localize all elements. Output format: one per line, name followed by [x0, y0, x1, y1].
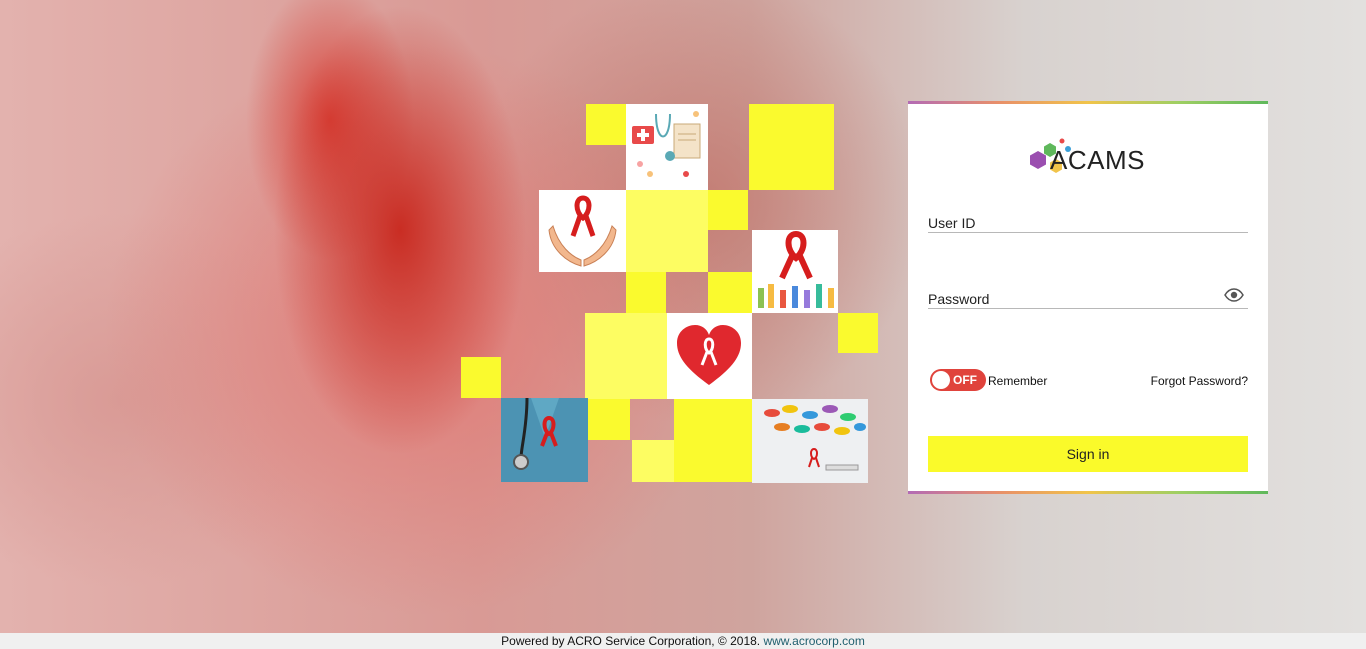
remember-label: Remember: [988, 374, 1048, 388]
yellow-tile: [708, 190, 748, 230]
forgot-password-link[interactable]: Forgot Password?: [1151, 374, 1248, 388]
yellow-tile: [588, 399, 630, 440]
yellow-tile: [632, 440, 674, 482]
yellow-tile: [749, 104, 834, 190]
password-field[interactable]: Password: [928, 278, 1248, 309]
card-top-border: [908, 101, 1268, 104]
logo-text: ACAMS: [1050, 145, 1145, 175]
footer: Powered by ACRO Service Corporation, © 2…: [0, 633, 1366, 649]
yellow-tile: [461, 357, 501, 398]
yellow-tile: [708, 272, 752, 313]
yellow-tile: [838, 313, 878, 353]
heart-ribbon-image: [667, 313, 752, 399]
toggle-knob: [932, 371, 950, 389]
user-id-field[interactable]: User ID: [928, 202, 1248, 233]
footer-link[interactable]: www.acrocorp.com: [763, 634, 864, 648]
eye-icon[interactable]: [1224, 288, 1244, 302]
yellow-tile: [585, 313, 667, 399]
toggle-state-text: OFF: [953, 373, 977, 387]
password-input[interactable]: [928, 282, 1222, 308]
yellow-tile: [586, 104, 626, 145]
yellow-tile: [674, 399, 752, 482]
medical-kit-image: [626, 104, 708, 190]
remember-toggle[interactable]: OFF: [930, 369, 986, 391]
user-id-input[interactable]: [928, 206, 1222, 232]
doctor-ribbon-image: [501, 398, 588, 482]
hands-ribbon-image: [539, 190, 626, 272]
login-card: ACAMS User ID Password OFF Remember Forg…: [908, 101, 1268, 494]
yellow-tile: [626, 272, 666, 313]
yellow-tile: [626, 190, 708, 272]
sign-in-button[interactable]: Sign in: [928, 436, 1248, 472]
footer-text: Powered by ACRO Service Corporation, © 2…: [501, 634, 761, 648]
ribbon-hands-image: [752, 230, 838, 313]
pills-image: [752, 399, 868, 483]
card-bottom-border: [908, 491, 1268, 494]
